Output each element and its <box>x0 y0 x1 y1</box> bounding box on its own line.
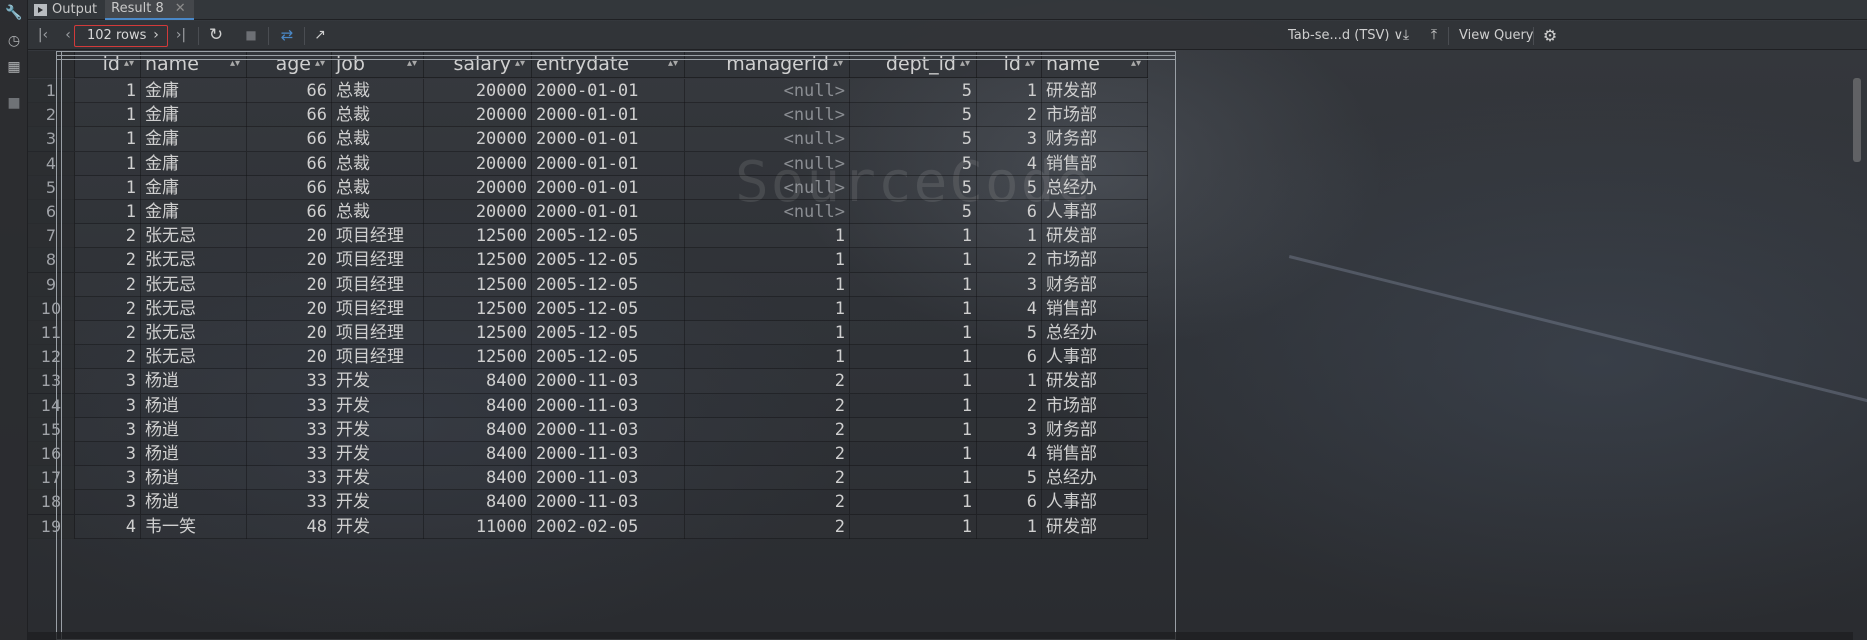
compare-icon[interactable]: ⇄ <box>278 26 296 45</box>
wrench-icon[interactable]: 🔧 <box>5 4 23 22</box>
pin-icon[interactable]: ↗ <box>312 26 328 45</box>
stop-square-icon: ■ <box>7 95 21 111</box>
tab-output[interactable]: Output <box>28 0 105 20</box>
vertical-scrollbar[interactable] <box>1853 78 1861 162</box>
row-count-label: 102 rows <box>87 28 147 43</box>
first-page-icon[interactable]: |‹ <box>36 26 50 45</box>
toolbar-separator <box>268 27 269 45</box>
tab-result[interactable]: Result 8 ✕ <box>56 0 1176 640</box>
horizontal-scrollbar[interactable] <box>28 632 1853 640</box>
close-icon[interactable]: ✕ <box>175 1 186 16</box>
history-icon[interactable]: ◷ <box>5 32 23 50</box>
tab-output-label: Output <box>52 2 98 17</box>
next-page-icon[interactable]: › <box>150 26 162 45</box>
upload-icon[interactable]: ⤒ <box>1426 26 1442 45</box>
table-grid-icon <box>56 51 1176 640</box>
view-query-button[interactable]: View Query <box>1459 26 1534 45</box>
layout-icon[interactable]: ▦ <box>5 58 23 76</box>
tab-result-label: Result 8 <box>111 1 164 16</box>
result-tabs: Output Result 8 ✕ <box>28 0 1867 640</box>
last-page-icon[interactable]: ›| <box>174 26 188 45</box>
export-format-selector[interactable]: Tab-se...d (TSV) ∨ <box>1288 26 1403 45</box>
result-toolbar: |‹ ‹ 102 rows › ›| ↻ ■ ⇄ ↗ Tab-se...d (T… <box>28 21 1867 50</box>
toolbar-separator <box>304 27 305 45</box>
play-output-icon <box>34 3 47 16</box>
toolbar-separator <box>1448 27 1449 45</box>
refresh-icon[interactable]: ↻ <box>207 26 225 45</box>
gear-icon[interactable]: ⚙ <box>1541 26 1559 45</box>
previous-page-icon[interactable]: ‹ <box>62 26 74 45</box>
toolbar-separator <box>198 27 199 45</box>
download-icon[interactable]: ⤓ <box>1398 26 1414 45</box>
stop-icon[interactable]: ■ <box>244 26 258 45</box>
export-format-label: Tab-se...d (TSV) <box>1288 28 1390 43</box>
toolbar-separator <box>1533 27 1534 45</box>
left-tool-strip: 🔧 ◷ ▦ ■ <box>0 0 28 640</box>
